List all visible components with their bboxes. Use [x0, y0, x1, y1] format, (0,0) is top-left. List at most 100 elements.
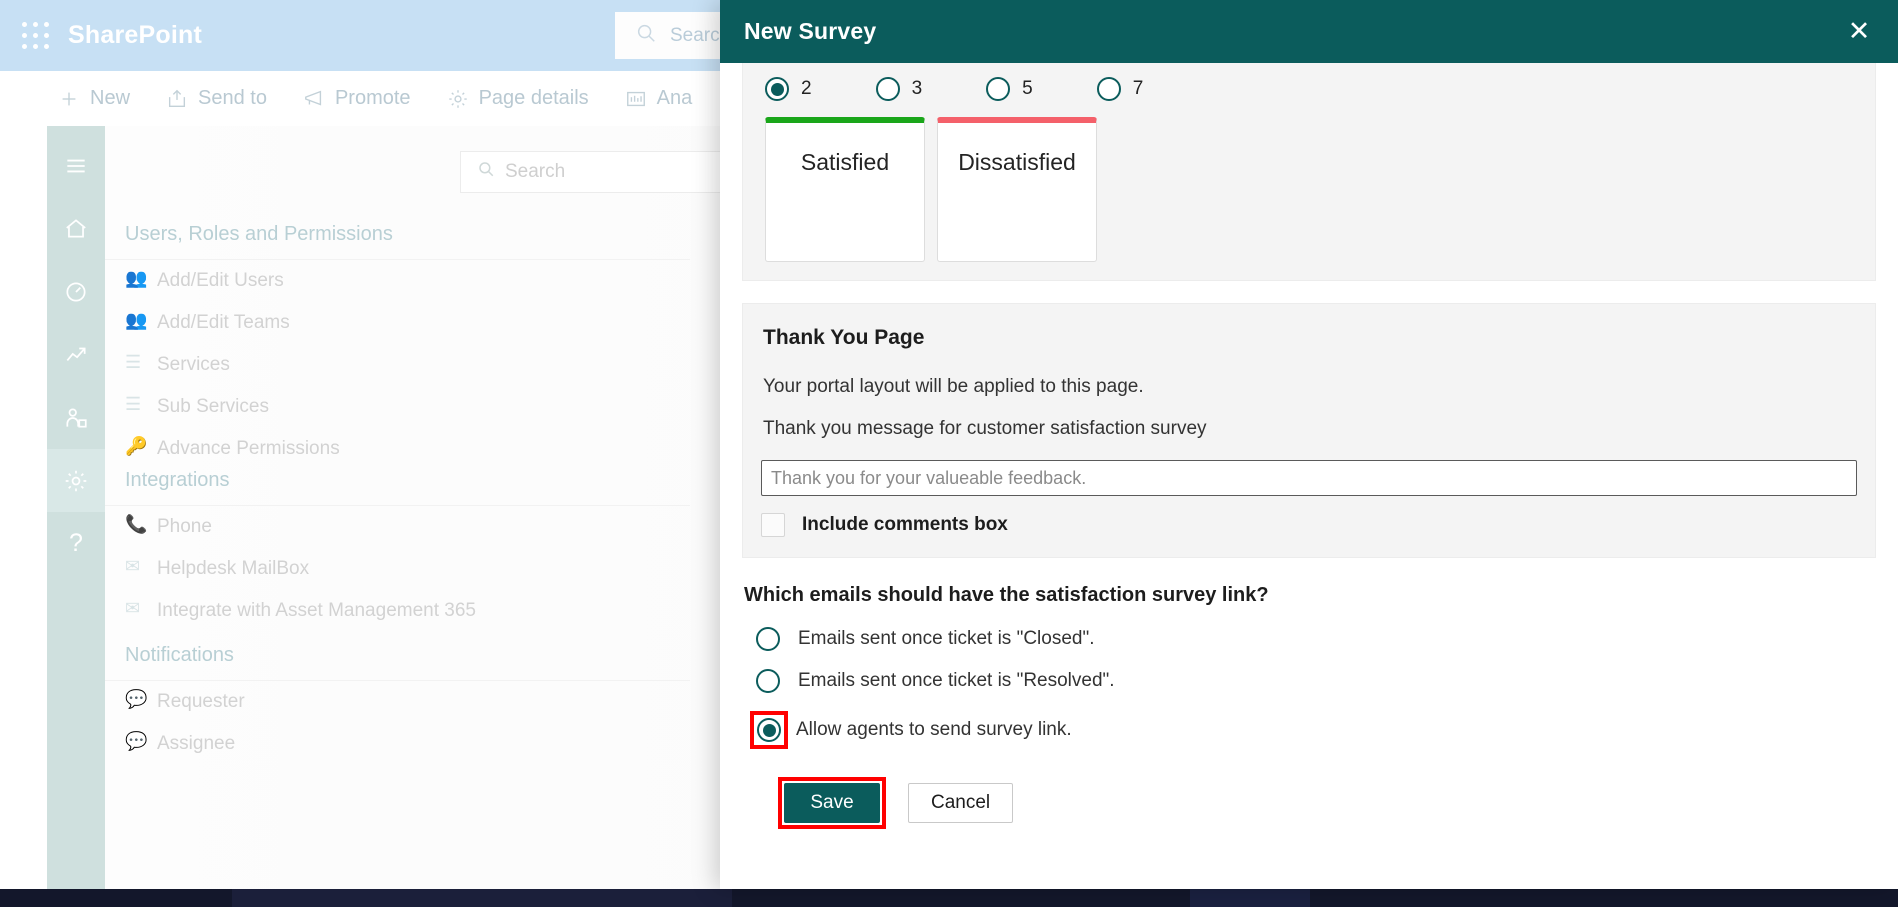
item-label: Phone: [157, 516, 212, 537]
section-title: Integrations: [105, 456, 690, 506]
mail-icon: ✉: [125, 556, 141, 576]
item-label: Services: [157, 354, 230, 375]
save-button[interactable]: Save: [784, 783, 880, 823]
dialog-header: New Survey ✕: [720, 0, 1898, 63]
list-icon: ☰: [125, 352, 142, 372]
bottom-strip: [0, 889, 1898, 907]
rating-cards: Satisfied Dissatisfied: [761, 117, 1857, 262]
new-survey-dialog: New Survey ✕ 2 3 5 7 Satisfied Dissatisf…: [720, 0, 1898, 889]
dialog-footer: Save Cancel: [742, 767, 1876, 829]
item-label: Add/Edit Teams: [157, 312, 290, 333]
cmd-page-details[interactable]: Page details: [429, 87, 607, 110]
item-label: Add/Edit Users: [157, 270, 284, 291]
radio-icon[interactable]: [765, 77, 789, 101]
sidebar-item-dashboard[interactable]: [47, 260, 105, 323]
cmd-promote[interactable]: Promote: [285, 87, 429, 110]
cmd-analytics[interactable]: Ana: [607, 87, 711, 110]
settings-item-add-edit-users[interactable]: 👥 Add/Edit Users: [105, 260, 690, 302]
settings-search-input[interactable]: Search: [460, 151, 750, 193]
settings-item-assignee[interactable]: 💬 Assignee: [105, 723, 690, 765]
settings-item-add-edit-teams[interactable]: 👥 Add/Edit Teams: [105, 302, 690, 344]
scale-option-5[interactable]: 5: [986, 77, 1033, 101]
sharepoint-title: SharePoint: [68, 21, 202, 49]
screen: SharePoint Search New Send to Promote Pa…: [0, 0, 1898, 907]
settings-item-requester[interactable]: 💬 Requester: [105, 681, 690, 723]
rating-card-dissatisfied[interactable]: Dissatisfied: [937, 117, 1097, 262]
settings-item-integrate-asset-management[interactable]: ✉ Integrate with Asset Management 365: [105, 590, 690, 632]
close-icon[interactable]: ✕: [1842, 15, 1876, 49]
settings-item-helpdesk-mailbox[interactable]: ✉ Helpdesk MailBox: [105, 548, 690, 590]
sidebar-item-reports[interactable]: [47, 323, 105, 386]
cmd-analytics-label: Ana: [656, 87, 693, 109]
gear-icon: [447, 88, 469, 110]
item-label: Assignee: [157, 733, 236, 754]
sidebar-item-agents[interactable]: [47, 386, 105, 449]
highlight-box-save: Save: [778, 777, 886, 829]
search-icon: [635, 22, 657, 50]
bottom-strip-segment: [232, 889, 732, 907]
radio-icon[interactable]: [986, 77, 1011, 101]
section-title: Users, Roles and Permissions: [105, 210, 690, 260]
thank-you-heading: Thank You Page: [763, 326, 925, 349]
email-option-label: Allow agents to send survey link.: [796, 719, 1072, 740]
thank-you-message-input[interactable]: [761, 460, 1857, 496]
mail-gear-icon: ✉: [125, 598, 141, 618]
key-icon: 🔑: [125, 436, 148, 456]
cmd-new-label: New: [90, 87, 131, 109]
thank-you-panel: Thank You Page Your portal layout will b…: [742, 303, 1876, 558]
app-launcher-icon[interactable]: [18, 18, 54, 54]
cmd-promote-label: Promote: [334, 87, 411, 109]
search-icon: [477, 160, 495, 184]
include-comments-row[interactable]: Include comments box: [761, 513, 1857, 537]
email-option-label: Emails sent once ticket is "Resolved".: [798, 670, 1115, 691]
sublist-icon: ☰: [125, 394, 142, 414]
scale-option-7[interactable]: 7: [1096, 77, 1143, 101]
radio-icon[interactable]: [756, 627, 780, 651]
settings-section-notifications: Notifications 💬 Requester 💬 Assignee: [105, 631, 690, 765]
plus-icon: [58, 88, 80, 110]
rating-card-label: Dissatisfied: [958, 149, 1076, 175]
scale-radio-group: 2 3 5 7: [761, 77, 1857, 101]
radio-icon[interactable]: [875, 77, 900, 101]
settings-section-users: Users, Roles and Permissions 👥 Add/Edit U…: [105, 210, 690, 470]
settings-search-placeholder: Search: [505, 161, 566, 182]
sidebar-item-help[interactable]: ?: [47, 512, 105, 575]
highlight-box-radio: [750, 711, 788, 749]
email-option-closed[interactable]: Emails sent once ticket is "Closed".: [742, 627, 1876, 651]
scale-option-label: 2: [801, 78, 812, 99]
sidebar-item-settings[interactable]: [47, 449, 105, 512]
item-label: Sub Services: [157, 396, 269, 417]
radio-icon[interactable]: [757, 718, 781, 742]
sidebar-item-home[interactable]: [47, 197, 105, 260]
users-icon: 👥: [125, 268, 148, 288]
rating-card-satisfied[interactable]: Satisfied: [765, 117, 925, 262]
dialog-body: 2 3 5 7 Satisfied Dissatisfied Thank You…: [720, 63, 1898, 889]
radio-icon[interactable]: [756, 669, 780, 693]
email-question-title: Which emails should have the satisfactio…: [744, 584, 1269, 606]
settings-item-sub-services[interactable]: ☰ Sub Services: [105, 386, 690, 428]
share-icon: [166, 88, 188, 110]
scale-option-2[interactable]: 2: [765, 77, 812, 101]
megaphone-icon: [303, 88, 325, 110]
teams-icon: 👥: [125, 310, 148, 330]
scale-option-label: 3: [911, 78, 923, 99]
cmd-new[interactable]: New: [40, 87, 148, 110]
include-comments-checkbox[interactable]: [761, 513, 785, 537]
question-icon: ?: [69, 529, 83, 557]
sidebar-item-menu[interactable]: [47, 134, 105, 197]
cmd-send-to[interactable]: Send to: [148, 87, 285, 110]
thank-you-message-label: Thank you message for customer satisfact…: [763, 418, 1207, 439]
email-option-agents[interactable]: Allow agents to send survey link.: [742, 711, 1876, 749]
email-option-resolved[interactable]: Emails sent once ticket is "Resolved".: [742, 669, 1876, 693]
radio-icon[interactable]: [1096, 77, 1121, 101]
dialog-title: New Survey: [744, 18, 877, 44]
rating-scale-panel: 2 3 5 7 Satisfied Dissatisfied: [742, 63, 1876, 281]
cmd-page-details-label: Page details: [478, 87, 589, 109]
cancel-button[interactable]: Cancel: [908, 783, 1014, 823]
scale-option-3[interactable]: 3: [875, 77, 923, 101]
settings-item-phone[interactable]: 📞 Phone: [105, 506, 690, 548]
phone-icon: 📞: [125, 514, 148, 534]
item-label: Integrate with Asset Management 365: [157, 600, 476, 621]
settings-item-services[interactable]: ☰ Services: [105, 344, 690, 386]
icon-rail: ?: [47, 126, 105, 907]
